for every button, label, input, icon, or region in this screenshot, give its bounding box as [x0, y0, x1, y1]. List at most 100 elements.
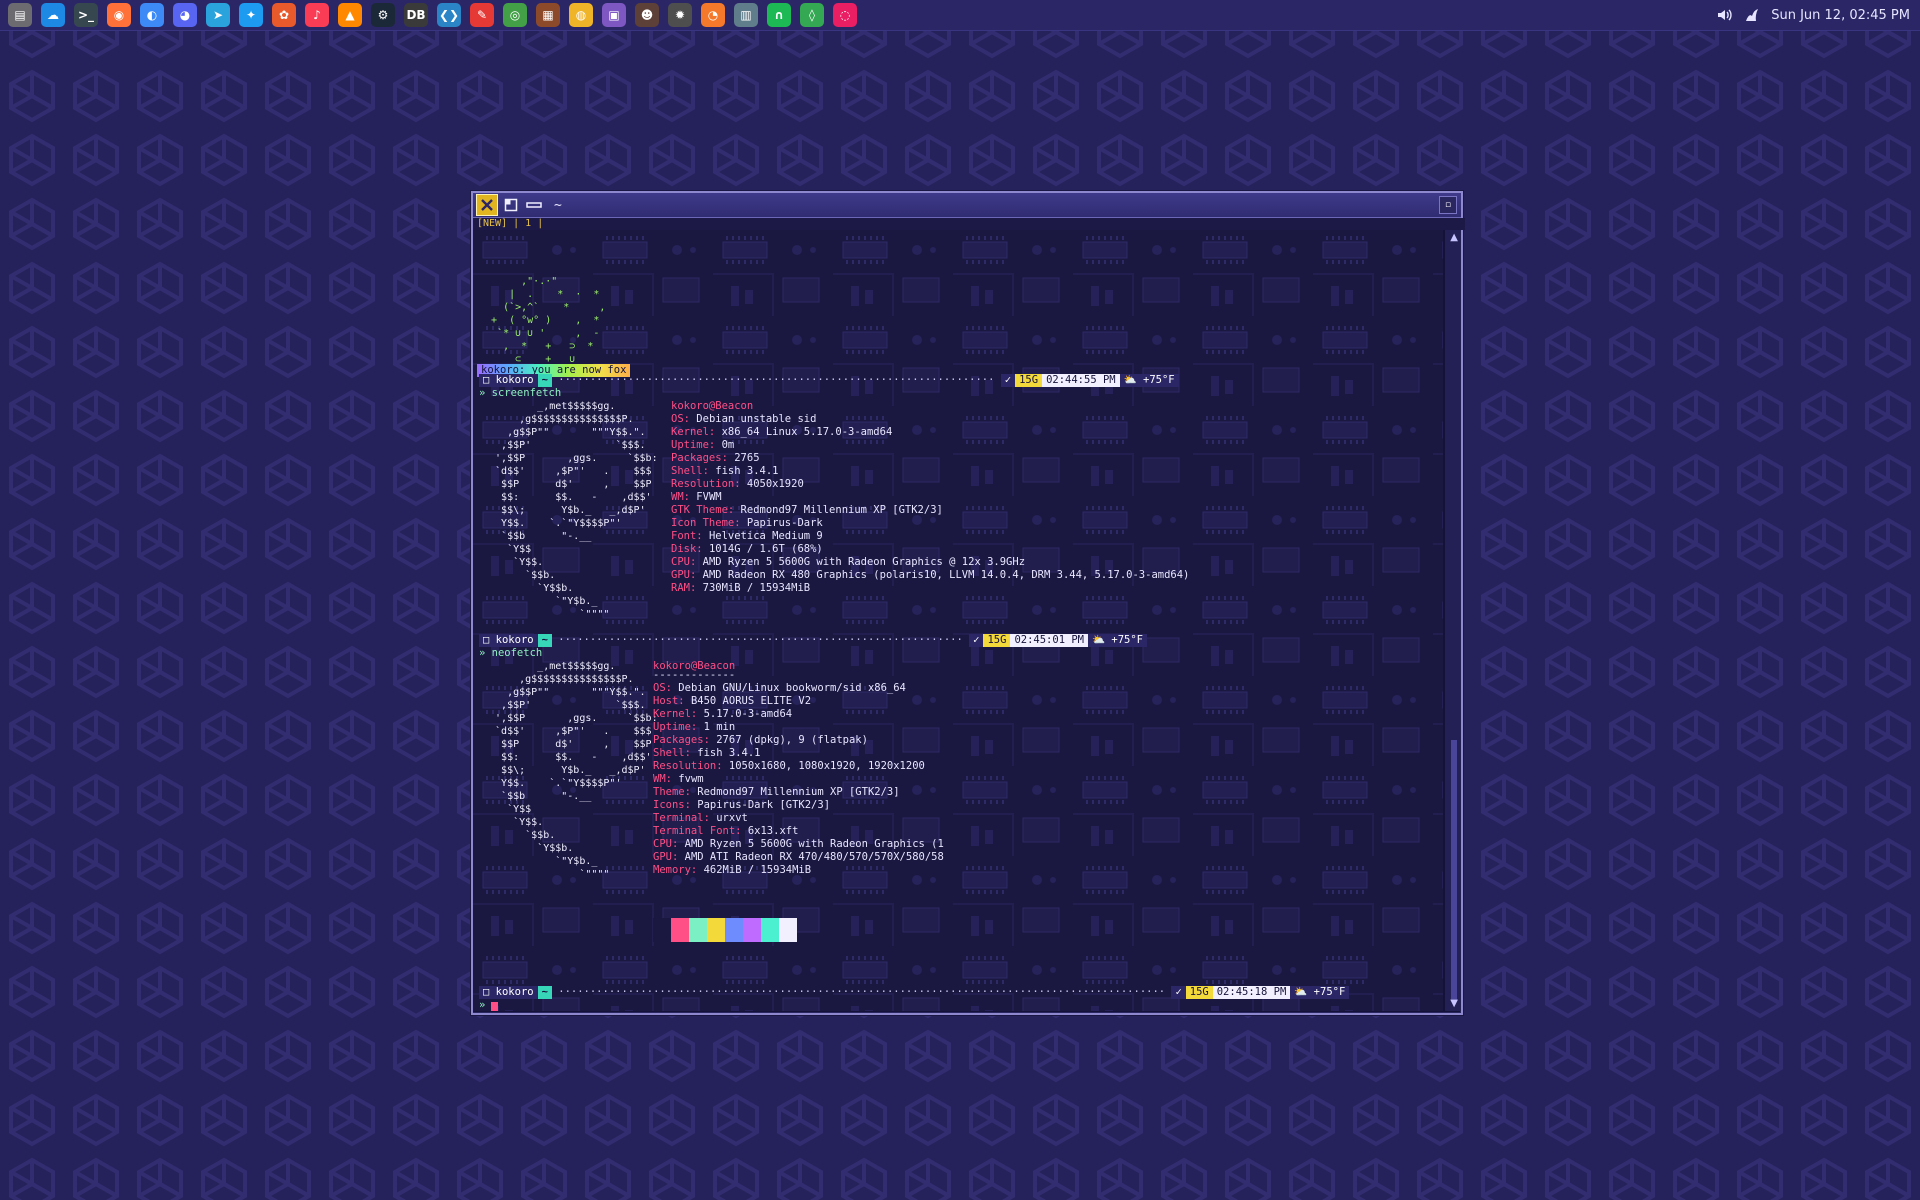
prompt-path: ~ [537, 634, 552, 647]
files-icon[interactable]: ▤ [8, 3, 32, 27]
scroll-down-icon[interactable]: ▼ [1450, 998, 1458, 1009]
fetch-value: fish 3.4.1 [715, 465, 779, 477]
terminal-body[interactable]: ,"·.·" | . * · * (`>,^` * , + ( °w° ) , … [473, 230, 1443, 1011]
scroll-thumb[interactable] [1451, 740, 1457, 1000]
discord-icon[interactable]: ◕ [173, 3, 197, 27]
fetch-row: Host: B450 AORUS ELITE V2 [653, 695, 811, 708]
steam-icon[interactable]: ⚙ [371, 3, 395, 27]
palette-icon[interactable]: ◍ [569, 3, 593, 27]
maximize-icon[interactable] [501, 195, 521, 215]
fetch-key: CPU: [653, 838, 679, 850]
fetch-row: GPU: AMD Radeon RX 480 Graphics (polaris… [671, 569, 1189, 582]
fetch-value: x86_64 Linux 5.17.0-3-amd64 [721, 426, 893, 438]
maps-icon[interactable]: ◊ [800, 3, 824, 27]
firefox-icon[interactable]: ◉ [107, 3, 131, 27]
fetch-key: Packages: [653, 734, 710, 746]
fetch-row: Packages: 2765 [671, 452, 760, 465]
document-icon[interactable]: ✎ [470, 3, 494, 27]
cloud-icon[interactable]: ☁ [41, 3, 65, 27]
telegram-icon[interactable]: ➤ [206, 3, 230, 27]
fetch-value: B450 AORUS ELITE V2 [690, 695, 812, 707]
fetch-value: 6x13.xft [747, 825, 799, 837]
archive-icon[interactable]: ▦ [536, 3, 560, 27]
network-icon[interactable] [1743, 6, 1761, 24]
fetch-key: Host: [653, 695, 685, 707]
fetch-value: 1 min [703, 721, 736, 733]
fetch-value: 2767 (dpkg), 9 (flatpak) [716, 734, 868, 746]
blender-icon[interactable]: ◔ [701, 3, 725, 27]
fetch-row: Kernel: 5.17.0-3-amd64 [653, 708, 792, 721]
fetch-value: 730MiB / 15934MiB [702, 582, 811, 594]
command-line: » neofetch [479, 647, 543, 659]
vlc-icon[interactable]: ▲ [338, 3, 362, 27]
fetch-row: Font: Helvetica Medium 9 [671, 530, 823, 543]
chat-icon[interactable]: ▣ [602, 3, 626, 27]
prompt-path: ~ [537, 374, 552, 387]
messenger-icon[interactable]: ◐ [140, 3, 164, 27]
fetch-row: Memory: 462MiB / 15934MiB [653, 864, 811, 877]
color-swatch [671, 918, 689, 942]
debian-ascii-art: _,met$$$$$gg. ,g$$$$$$$$$$$$$$$P. ,g$$P"… [495, 401, 658, 620]
photos-icon[interactable]: ✿ [272, 3, 296, 27]
headphones-icon[interactable]: ∩ [767, 3, 791, 27]
color-swatch [761, 918, 779, 942]
minimize-icon[interactable] [524, 195, 544, 215]
fetch-value: FVWM [696, 491, 722, 503]
fetch-row: WM: FVWM [671, 491, 722, 504]
prompt-jobs: 15G [1015, 374, 1043, 387]
fetch-value: 462MiB / 15934MiB [703, 864, 812, 876]
fetch-key: Terminal Font: [653, 825, 742, 837]
window-titlebar[interactable]: ~ ▫ [473, 193, 1461, 218]
tab-line[interactable]: [NEW] | 1 | [473, 218, 1465, 230]
close-icon[interactable] [476, 194, 498, 216]
color-swatch [743, 918, 761, 942]
prompt-status: ✓ [1171, 986, 1186, 999]
fetch-row: Theme: Redmond97 Millennium XP [GTK2/3] [653, 786, 900, 799]
fetch-row: Uptime: 1 min [653, 721, 735, 734]
fetch-row: Icon Theme: Papirus-Dark [671, 517, 823, 530]
fetch-value: 1014G / 1.6T (68%) [708, 543, 823, 555]
bug-icon[interactable]: ✹ [668, 3, 692, 27]
app-launcher-bar: ▤ ☁ >_ ◉ ◐ ◕ ➤ ✦ ✿ ♪ ▲ ⚙ DB ❮❯ ✎ ◎ ▦ ◍ ▣ ☻ ✹ ◔ ▥ ∩ ◊ ◌ [0, 3, 857, 27]
fetch-row: WM: fvwm [653, 773, 704, 786]
prompt-user: □ kokoro [479, 986, 538, 999]
prompt-line: □ kokoro ~ ······························… [479, 634, 1429, 647]
volume-icon[interactable] [1715, 6, 1733, 24]
window-title: ~ [554, 197, 562, 213]
game-icon[interactable]: ☻ [635, 3, 659, 27]
terminal-icon[interactable]: >_ [74, 3, 98, 27]
fetch-key: OS: [653, 682, 672, 694]
prompt-path: ~ [537, 986, 552, 999]
fetch-value: Papirus-Dark [GTK2/3] [697, 799, 831, 811]
fetch-row: CPU: AMD Ryzen 5 5600G with Radeon Graph… [671, 556, 1025, 569]
spreadsheet-icon[interactable]: ▥ [734, 3, 758, 27]
prompt-user: □ kokoro [479, 634, 538, 647]
fetch-key: Icons: [653, 799, 691, 811]
fetch-row: Shell: fish 3.4.1 [671, 465, 778, 478]
prompt-time: 02:45:18 PM [1212, 986, 1291, 999]
twitter-icon[interactable]: ✦ [239, 3, 263, 27]
dbeaver-icon[interactable]: DB [404, 3, 428, 27]
fetch-key: CPU: [671, 556, 697, 568]
music-icon[interactable]: ♪ [305, 3, 329, 27]
fetch-row: Resolution: 1050x1680, 1080x1920, 1920x1… [653, 760, 925, 773]
fetch-key: Uptime: [653, 721, 698, 733]
fetch-key: Memory: [653, 864, 698, 876]
owl-icon[interactable]: ◎ [503, 3, 527, 27]
fetch-value: Redmond97 Millennium XP [GTK2/3] [740, 504, 943, 516]
window-menu-icon[interactable]: ▫ [1439, 196, 1457, 214]
fetch-value: Debian GNU/Linux bookworm/sid x86_64 [678, 682, 906, 694]
command-input[interactable]: » [479, 999, 492, 1011]
scrollbar[interactable]: ▲ ▼ [1445, 230, 1461, 1011]
fetch-value: 0m [721, 439, 735, 451]
clock[interactable]: Sun Jun 12, 02:45 PM [1771, 8, 1910, 23]
fetch-key: RAM: [671, 582, 697, 594]
fetch-row: RAM: 730MiB / 15934MiB [671, 582, 810, 595]
vscode-icon[interactable]: ❮❯ [437, 3, 461, 27]
fetch-key: Shell: [671, 465, 709, 477]
fetch-value: AMD ATI Radeon RX 470/480/570/570X/580/5… [684, 851, 944, 863]
scroll-up-icon[interactable]: ▲ [1450, 232, 1458, 243]
fetch-value: Redmond97 Millennium XP [GTK2/3] [697, 786, 900, 798]
prompt-line: □ kokoro ~ ······························… [479, 986, 1429, 999]
bubble-icon[interactable]: ◌ [833, 3, 857, 27]
